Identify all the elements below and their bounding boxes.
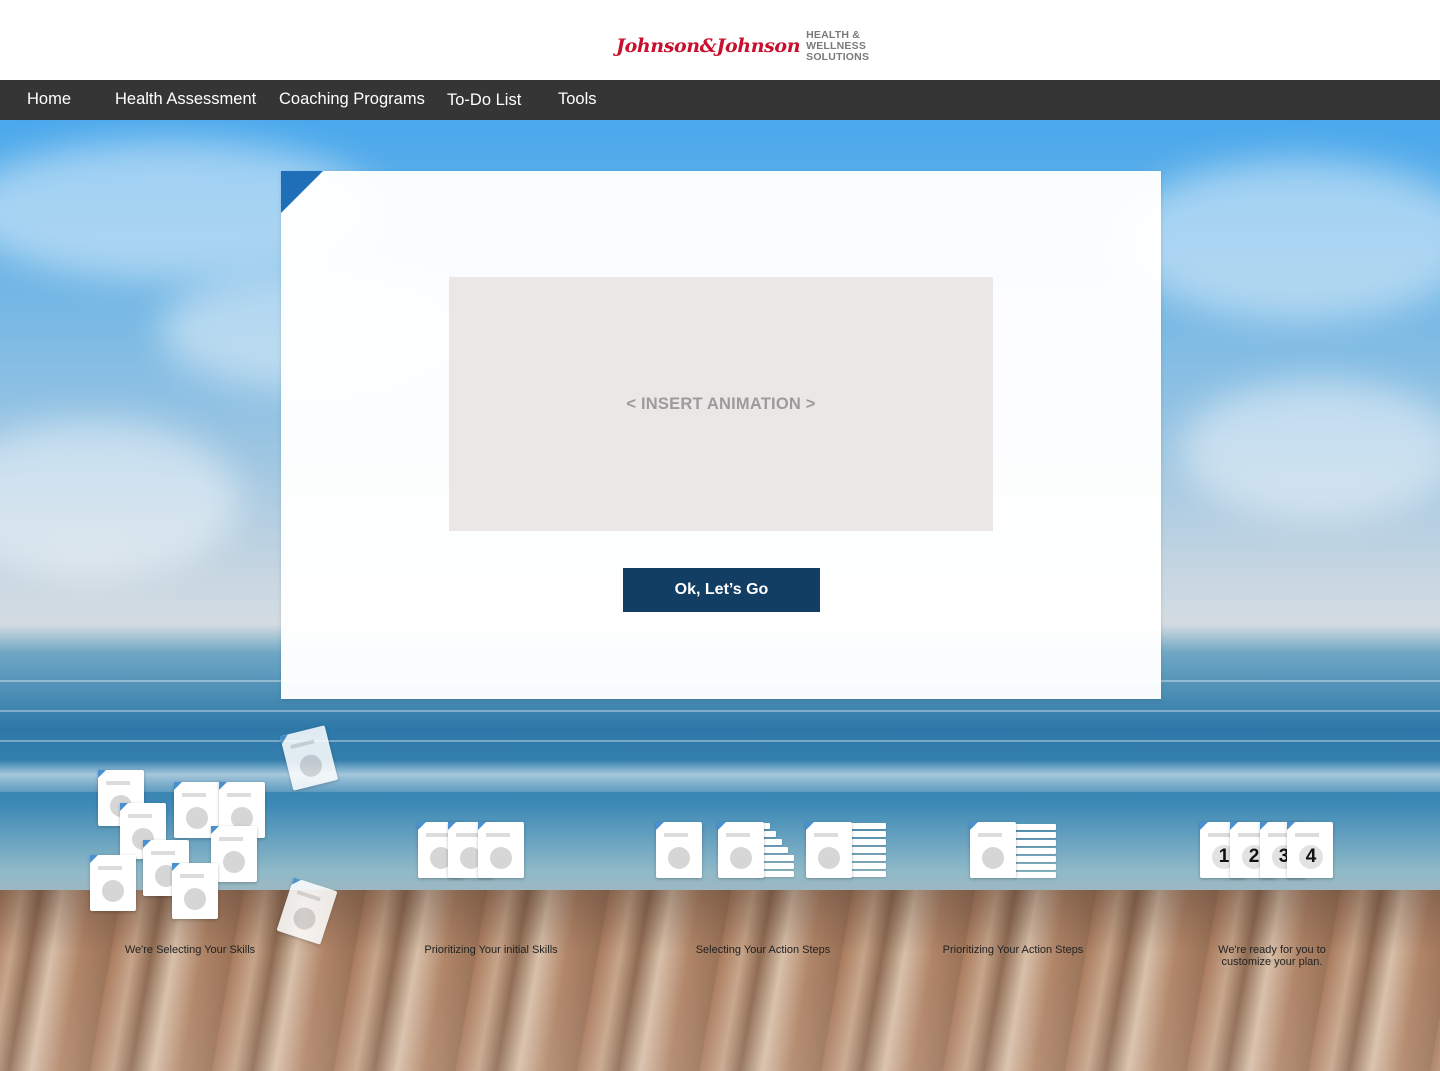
- nav-item-home[interactable]: Home: [27, 80, 71, 120]
- logo-sub-line-1: HEALTH &: [806, 28, 861, 41]
- card-corner-fold: [281, 171, 323, 213]
- document-icon: [90, 855, 136, 911]
- document-icon: [718, 822, 764, 878]
- animation-placeholder-label: < INSERT ANIMATION >: [626, 394, 816, 413]
- step-5-label-line-1: We're ready for you to: [1218, 944, 1326, 956]
- action-step-list-icon: [846, 823, 886, 879]
- step-4-label: Prioritizing Your Action Steps: [942, 944, 1084, 956]
- step-2-label: Prioritizing Your initial Skills: [424, 944, 558, 956]
- action-step-list-icon: [1014, 824, 1056, 880]
- step-3-label: Selecting Your Action Steps: [695, 944, 831, 956]
- logo-subtitle: HEALTH & WELLNESS SOLUTIONS: [806, 28, 870, 63]
- step-5-label-line-2: customize your plan.: [1221, 956, 1323, 968]
- logo-sub-line-2: WELLNESS: [806, 39, 867, 52]
- document-icon: [970, 822, 1016, 878]
- site-header: Johnson&Johnson HEALTH & WELLNESS SOLUTI…: [0, 0, 1440, 80]
- document-icon: [656, 822, 702, 878]
- wave-line: [0, 740, 1440, 742]
- cloud: [1120, 160, 1440, 320]
- document-icon: [806, 822, 852, 878]
- main-nav: Home Health Assessment Coaching Programs…: [0, 80, 1440, 120]
- nav-item-coaching-programs[interactable]: Coaching Programs: [279, 80, 425, 120]
- step-5-label: We're ready for you to customize your pl…: [1198, 944, 1346, 968]
- cloud: [0, 420, 240, 580]
- nav-item-health-assessment[interactable]: Health Assessment: [115, 80, 256, 120]
- nav-item-tools[interactable]: Tools: [558, 80, 597, 120]
- rank-number: 4: [1299, 845, 1323, 869]
- logo-sub-line-3: SOLUTIONS: [806, 50, 870, 63]
- brand-logo[interactable]: Johnson&Johnson HEALTH & WELLNESS SOLUTI…: [616, 28, 869, 64]
- logo-script: Johnson&Johnson: [616, 35, 801, 57]
- document-icon: [172, 863, 218, 919]
- nav-item-to-do-list[interactable]: To-Do List: [447, 81, 521, 121]
- numbered-document-icon: 4: [1287, 822, 1333, 878]
- document-icon: [478, 822, 524, 878]
- step-1-label: We're Selecting Your Skills: [124, 944, 256, 956]
- animation-placeholder: < INSERT ANIMATION >: [449, 277, 993, 531]
- wave-line: [0, 710, 1440, 712]
- cloud: [1180, 380, 1440, 520]
- ok-lets-go-button[interactable]: Ok, Let’s Go: [623, 568, 820, 612]
